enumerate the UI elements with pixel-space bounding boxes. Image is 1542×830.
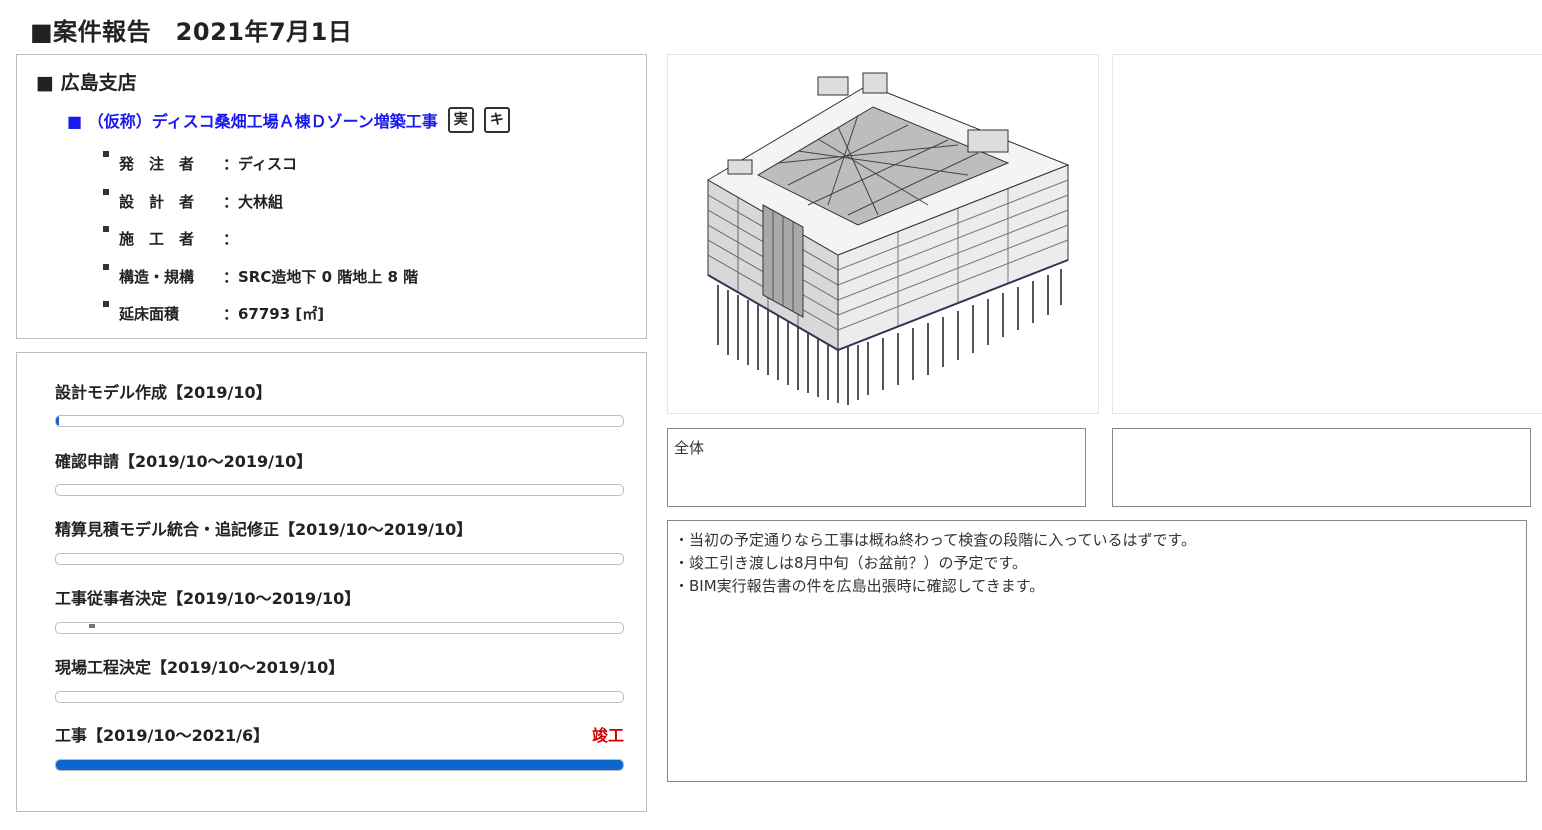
- detail-designer: 設 計 者 ：大林組: [103, 189, 283, 212]
- bullet-icon: [103, 264, 109, 270]
- progress-bar: [55, 415, 624, 427]
- progress-fill: [56, 416, 59, 426]
- phase-label: 工事【2019/10～2021/6】: [55, 726, 270, 745]
- bullet-icon: [103, 189, 109, 195]
- comment-box: ・当初の予定通りなら工事は概ね終わって検査の段階に入っているはずです。 ・竣工引…: [667, 520, 1527, 782]
- progress-bar: [55, 484, 624, 496]
- comment-line: ・竣工引き渡しは8月中旬（お盆前？）の予定です。: [674, 554, 1028, 572]
- progress-panel: 設計モデル作成【2019/10】 確認申請【2019/10～2019/10】 精…: [16, 352, 647, 812]
- progress-bar: [55, 622, 624, 634]
- jitsu-badge-button[interactable]: 実: [447, 107, 474, 133]
- comment-line: ・当初の予定通りなら工事は概ね終わって検査の段階に入っているはずです。: [674, 531, 1197, 549]
- progress-bar: [55, 691, 624, 703]
- comment-line: ・BIM実行報告書の件を広島出張時に確認してきます。: [674, 577, 1045, 595]
- phase-label: 精算見積モデル統合・追記修正【2019/10～2019/10】: [55, 520, 473, 539]
- status-badge: 竣工: [591, 726, 624, 745]
- bullet-icon: [103, 151, 109, 157]
- page-title: ■案件報告 2021年7月1日: [30, 18, 353, 46]
- main-image-caption: 全体: [667, 428, 1086, 507]
- detail-structure: 構造・規構 ：SRC造地下 0 階地上 8 階: [103, 264, 418, 287]
- project-title-link[interactable]: ■ （仮称）ディスコ桑畑工場Ａ棟Ｄゾーン増築工事: [67, 108, 438, 132]
- bullet-icon: [103, 301, 109, 307]
- project-info-panel: ■ 広島支店 ■ （仮称）ディスコ桑畑工場Ａ棟Ｄゾーン増築工事 実 キ 発 注 …: [16, 54, 647, 339]
- progress-bar: [55, 759, 624, 771]
- detail-orderer: 発 注 者 ：ディスコ: [103, 151, 297, 174]
- ki-badge-button[interactable]: キ: [483, 107, 510, 133]
- phase-label: 工事従事者決定【2019/10～2019/10】: [55, 589, 361, 608]
- second-image-caption: [1112, 428, 1531, 507]
- detail-contractor: 施 工 者 ：: [103, 226, 238, 249]
- building-model-image[interactable]: [667, 54, 1099, 414]
- phase-label: 確認申請【2019/10～2019/10】: [55, 452, 313, 471]
- bullet-icon: [103, 226, 109, 232]
- building-isometric-illustration: [707, 72, 1070, 405]
- progress-marker: [89, 624, 95, 628]
- progress-bar: [55, 553, 624, 565]
- secondary-image-slot[interactable]: [1112, 54, 1542, 414]
- detail-floor-area: 延床面積 ：67793 [㎡]: [103, 301, 324, 324]
- project-row: ■ （仮称）ディスコ桑畑工場Ａ棟Ｄゾーン増築工事 実 キ: [67, 107, 510, 133]
- progress-fill: [56, 760, 623, 770]
- phase-label: 設計モデル作成【2019/10】: [55, 383, 272, 402]
- branch-name: ■ 広島支店: [36, 72, 137, 94]
- phase-label: 現場工程決定【2019/10～2019/10】: [55, 658, 345, 677]
